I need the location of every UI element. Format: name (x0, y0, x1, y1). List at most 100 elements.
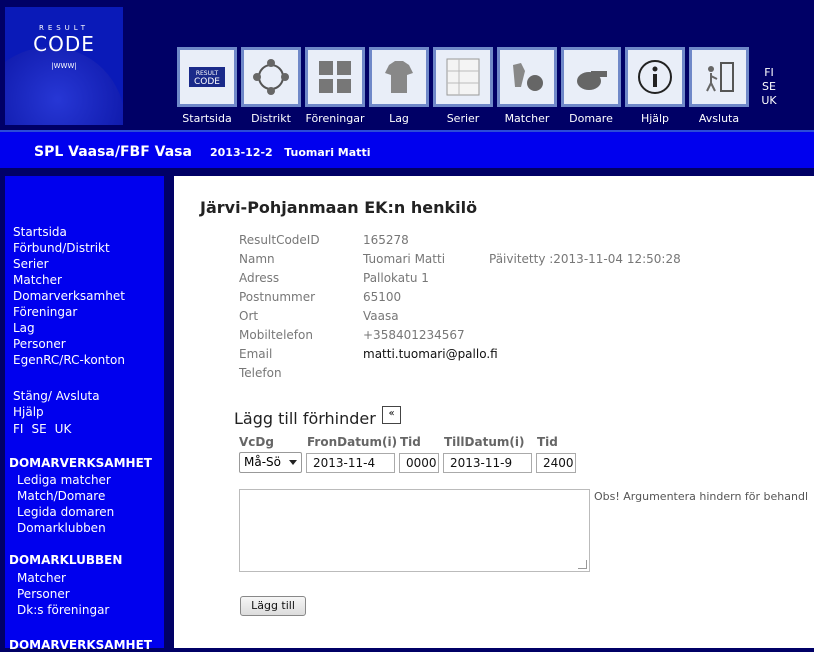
till-date-input[interactable]: 2013-11-9 (443, 453, 532, 473)
lang-se[interactable]: SE (761, 80, 777, 94)
sidebar-item-legida-domaren[interactable]: Legida domaren (17, 504, 114, 520)
column-header-vcdg: VcDg (239, 435, 274, 449)
logo-line2: CODE (33, 32, 95, 56)
sidebar-item-foreningar[interactable]: Föreningar (13, 304, 125, 320)
sidebar-item-forbund[interactable]: Förbund/Distrikt (13, 240, 125, 256)
sidebar-secondary-links: Stäng/ Avsluta Hjälp (13, 388, 100, 420)
sidebar-item-startsida[interactable]: Startsida (13, 224, 125, 240)
field-label: Namn (239, 252, 275, 266)
field-value: Vaasa (363, 309, 399, 323)
svg-text:CODE: CODE (194, 77, 220, 87)
nav-label: Matcher (504, 112, 550, 125)
nav-matcher[interactable]: Matcher (497, 47, 557, 127)
info-icon (625, 47, 685, 107)
column-header-from: FronDatum(i) (307, 435, 398, 449)
sidebar-item-stang[interactable]: Stäng/ Avsluta (13, 388, 100, 404)
nav-lag[interactable]: Lag (369, 47, 429, 127)
sidebar-section-title: DOMARKLUBBEN (9, 553, 123, 567)
sidebar-item-domarklubben[interactable]: Domarklubben (17, 520, 114, 536)
from-date-input[interactable]: 2013-11-4 (306, 453, 395, 473)
sidebar-item-personer[interactable]: Personer (13, 336, 125, 352)
nav-label: Domare (569, 112, 613, 125)
match-players-icon (497, 47, 557, 107)
field-label: Mobiltelefon (239, 328, 313, 342)
lang-uk[interactable]: UK (761, 94, 777, 108)
sidebar-item-lediga-matcher[interactable]: Lediga matcher (17, 472, 114, 488)
nav-serier[interactable]: Serier (433, 47, 493, 127)
from-time-input[interactable]: 0000 (399, 453, 439, 473)
whistle-icon (561, 47, 621, 107)
sidebar-section-items: Lediga matcher Match/Domare Legida domar… (17, 472, 114, 536)
nav-hjalp[interactable]: Hjälp (625, 47, 685, 127)
weekday-select-value: Må-Sö (244, 455, 281, 469)
sidebar-lang-uk[interactable]: UK (55, 422, 72, 436)
reason-textarea[interactable] (239, 489, 590, 572)
district-people-icon (241, 47, 301, 107)
field-value: 165278 (363, 233, 409, 247)
globe-graphic (5, 47, 123, 125)
sidebar-lang-se[interactable]: SE (31, 422, 46, 436)
page-title: Järvi-Pohjanmaan EK:n henkilö (200, 198, 478, 217)
main-content: Järvi-Pohjanmaan EK:n henkilö ResultCode… (174, 176, 814, 648)
weekday-select[interactable]: Må-Sö (239, 452, 302, 473)
sidebar: Startsida Förbund/Distrikt Serier Matche… (5, 176, 164, 652)
sidebar-section-title: DOMARVERKSAMHET (9, 456, 152, 470)
field-value: +358401234567 (363, 328, 465, 342)
sidebar-lang-fi[interactable]: FI (13, 422, 23, 436)
session-user: Tuomari Matti (284, 146, 371, 159)
column-header-tid-till: Tid (537, 435, 558, 449)
nav-label: Distrikt (251, 112, 291, 125)
field-label: Email (239, 347, 273, 361)
nav-domare[interactable]: Domare (561, 47, 621, 127)
nav-distrikt[interactable]: Distrikt (241, 47, 301, 127)
resultcode-logo[interactable]: RESULT CODE |WWW| (5, 7, 123, 125)
sidebar-item-dk-matcher[interactable]: Matcher (17, 570, 109, 586)
session-info: 2013-12-2 Tuomari Matti (210, 146, 370, 159)
field-label: Adress (239, 271, 280, 285)
collapse-toggle-icon[interactable]: « (382, 406, 401, 424)
chevron-down-icon (289, 460, 297, 465)
updated-timestamp: Päivitetty :2013-11-04 12:50:28 (489, 252, 681, 266)
sidebar-item-hjalp[interactable]: Hjälp (13, 404, 100, 420)
series-table-icon (433, 47, 493, 107)
nav-foreningar[interactable]: Föreningar (305, 47, 365, 127)
add-hinder-button[interactable]: Lägg till (240, 596, 306, 616)
column-header-tid-from: Tid (400, 435, 421, 449)
sidebar-item-serier[interactable]: Serier (13, 256, 125, 272)
sidebar-item-match-domare[interactable]: Match/Domare (17, 488, 114, 504)
logo-line1: RESULT (38, 24, 90, 32)
sidebar-item-dk-foreningar[interactable]: Dk:s föreningar (17, 602, 109, 618)
svg-text:RESULT: RESULT (196, 70, 219, 77)
sidebar-item-domarverksamhet[interactable]: Domarverksamhet (13, 288, 125, 304)
logo-line3: |WWW| (51, 62, 77, 70)
nav-label: Lag (389, 112, 409, 125)
email-value[interactable]: matti.tuomari@pallo.fi (363, 347, 498, 361)
field-label: Telefon (239, 366, 282, 380)
nav-label: Hjälp (640, 112, 670, 125)
resultcode-logo-icon: RESULT CODE (177, 47, 237, 107)
sidebar-item-matcher[interactable]: Matcher (13, 272, 125, 288)
hinder-section-title: Lägg till förhinder (234, 409, 376, 428)
app-title: SPL Vaasa/FBF Vasa (34, 144, 192, 160)
team-jersey-icon (369, 47, 429, 107)
field-label: Ort (239, 309, 259, 323)
top-header: RESULT CODE |WWW| RESULT CODE Startsida D… (0, 0, 814, 130)
sidebar-languages: FI SE UK (13, 422, 79, 436)
column-header-till: TillDatum(i) (444, 435, 525, 449)
sidebar-item-lag[interactable]: Lag (13, 320, 125, 336)
field-label: Postnummer (239, 290, 316, 304)
nav-avsluta[interactable]: Avsluta (689, 47, 749, 127)
field-value: Tuomari Matti (363, 252, 446, 266)
till-time-input[interactable]: 2400 (536, 453, 576, 473)
nav-label: Föreningar (305, 112, 365, 125)
lang-fi[interactable]: FI (761, 66, 777, 80)
sidebar-item-dk-personer[interactable]: Personer (17, 586, 109, 602)
field-label: ResultCodeID (239, 233, 320, 247)
sidebar-item-egenrc[interactable]: EgenRC/RC-konton (13, 352, 125, 368)
nav-label: Avsluta (698, 112, 740, 125)
resize-grip-icon[interactable] (578, 560, 587, 569)
session-date: 2013-12-2 (210, 146, 273, 159)
nav-startsida[interactable]: RESULT CODE Startsida (177, 47, 237, 127)
nav-label: Serier (446, 112, 480, 125)
clubs-jerseys-icon (305, 47, 365, 107)
